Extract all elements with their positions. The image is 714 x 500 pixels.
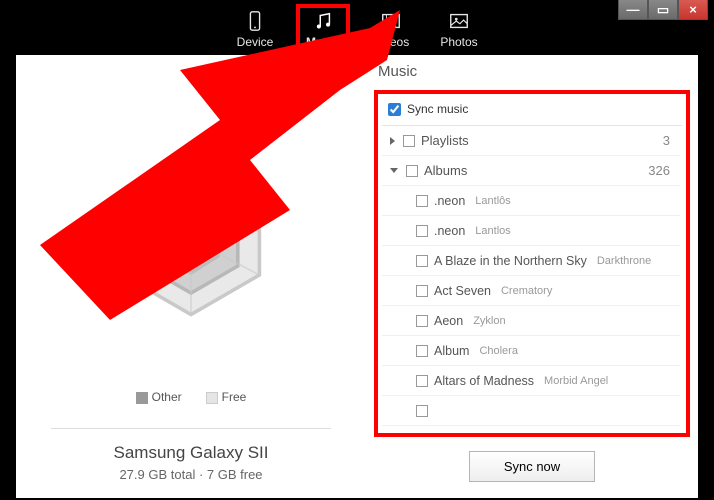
checkbox[interactable] [416,375,428,387]
music-tree[interactable]: Playlists 3 Albums 326 .neon Lantlôs [382,125,682,426]
sync-music-row[interactable]: Sync music [382,98,682,125]
photos-icon [448,10,470,32]
checkbox[interactable] [416,225,428,237]
album-row[interactable]: .neon Lantlôs [382,186,680,216]
album-title: Aeon [434,314,463,328]
sync-music-checkbox[interactable] [388,103,401,116]
left-pane: Other Free Samsung Galaxy SII 27.9 GB to… [16,55,366,498]
album-row[interactable]: .neon Lantlos [382,216,680,246]
album-row[interactable]: Aeon Zyklon [382,306,680,336]
tab-music-label: Music [306,35,340,49]
minimize-button[interactable]: — [618,0,648,20]
top-nav: Device Music Videos Photos [0,0,714,55]
legend-free: Free [206,390,247,404]
right-pane: Music Sync music Playlists 3 [366,55,698,498]
album-title: .neon [434,224,465,238]
swatch-other [136,392,148,404]
device-name: Samsung Galaxy SII [114,443,269,463]
album-title: .neon [434,194,465,208]
expander-icon[interactable] [390,168,398,173]
checkbox[interactable] [416,345,428,357]
tab-photos[interactable]: Photos [434,6,484,51]
album-row[interactable]: Altars of Madness Morbid Angel [382,366,680,396]
tab-videos[interactable]: Videos [366,6,416,51]
album-title: Album [434,344,469,358]
album-artist: Zyklon [473,315,505,327]
checkbox[interactable] [416,255,428,267]
device-image-area [16,55,366,382]
tab-device[interactable]: Device [230,6,280,51]
checkbox[interactable] [403,135,415,147]
device-icon [244,10,266,32]
maximize-button[interactable]: ▭ [648,0,678,20]
album-title: Act Seven [434,284,491,298]
album-artist: Morbid Angel [544,375,608,387]
close-button[interactable]: × [678,0,708,20]
main-panel: Other Free Samsung Galaxy SII 27.9 GB to… [16,55,698,498]
divider [51,428,331,429]
album-artist: Crematory [501,285,552,297]
window-controls: — ▭ × [618,0,708,20]
sync-now-button[interactable]: Sync now [469,451,595,482]
checkbox[interactable] [416,315,428,327]
videos-icon [380,10,402,32]
category-label: Playlists [421,133,469,148]
album-artist: Lantlos [475,225,510,237]
category-count: 3 [663,133,670,148]
sync-music-label: Sync music [407,102,468,116]
storage-legend: Other Free [136,390,247,404]
category-count: 326 [648,163,670,178]
album-title: Altars of Madness [434,374,534,388]
sync-button-row: Sync now [366,437,698,498]
section-title: Music [366,55,698,90]
album-artist: Cholera [479,345,518,357]
checkbox[interactable] [416,195,428,207]
tab-photos-label: Photos [440,35,477,49]
album-row[interactable]: Act Seven Crematory [382,276,680,306]
album-title: A Blaze in the Northern Sky [434,254,587,268]
album-artist: Darkthrone [597,255,651,267]
expander-icon[interactable] [390,137,395,145]
music-icon [312,10,334,32]
checkbox[interactable] [406,165,418,177]
tree-category-playlists[interactable]: Playlists 3 [382,126,680,156]
album-row[interactable]: A Blaze in the Northern Sky Darkthrone [382,246,680,276]
sync-list-highlight: Sync music Playlists 3 Albums 326 [374,90,690,437]
legend-other: Other [136,390,182,404]
swatch-free [206,392,218,404]
checkbox[interactable] [416,405,428,417]
device-storage: 27.9 GB total · 7 GB free [119,467,262,482]
album-row[interactable] [382,396,680,426]
tab-music[interactable]: Music [298,6,348,51]
tree-category-albums[interactable]: Albums 326 [382,156,680,186]
tab-device-label: Device [237,35,274,49]
checkbox[interactable] [416,285,428,297]
album-row[interactable]: Album Cholera [382,336,680,366]
device-hexagon-icon [101,149,281,329]
album-title [434,404,437,418]
category-label: Albums [424,163,467,178]
tab-videos-label: Videos [373,35,409,49]
sync-list: Sync music Playlists 3 Albums 326 [382,98,682,429]
album-artist: Lantlôs [475,195,510,207]
